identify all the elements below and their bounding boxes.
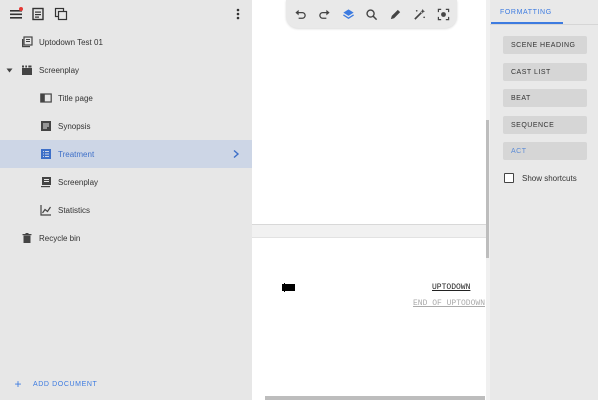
sidebar-item-label: Statistics xyxy=(58,205,91,215)
scene-heading-button[interactable]: SCENE HEADING xyxy=(503,36,587,54)
chart-icon xyxy=(40,204,52,216)
add-document-label: ADD DOCUMENT xyxy=(33,380,98,388)
clapperboard-icon xyxy=(21,64,33,76)
redo-icon[interactable] xyxy=(317,7,331,21)
editor-toolbar xyxy=(286,0,457,28)
sidebar-item-label: Recycle bin xyxy=(39,233,81,243)
cast-list-button[interactable]: CAST LIST xyxy=(503,63,587,81)
menu-icon[interactable] xyxy=(8,6,24,22)
show-shortcuts-label: Show shortcuts xyxy=(522,174,577,183)
focus-icon[interactable] xyxy=(436,7,450,21)
beat-button[interactable]: BEAT xyxy=(503,89,587,107)
show-shortcuts-checkbox[interactable] xyxy=(504,173,514,183)
duplicate-icon[interactable] xyxy=(53,6,69,22)
notes-icon[interactable] xyxy=(30,6,46,22)
text-cursor xyxy=(282,283,295,292)
script-icon xyxy=(40,176,52,188)
sidebar-item-screenplay[interactable]: Screenplay xyxy=(0,168,252,196)
sidebar-item-synopsis[interactable]: Synopsis xyxy=(0,112,252,140)
library-icon xyxy=(21,36,33,48)
sidebar-item-recycle-bin[interactable]: Recycle bin xyxy=(0,224,252,252)
project-item[interactable]: Uptodown Test 01 xyxy=(0,28,252,56)
more-options-icon[interactable] xyxy=(230,6,246,22)
sidebar-item-statistics[interactable]: Statistics xyxy=(0,196,252,224)
add-document-button[interactable]: + ADD DOCUMENT xyxy=(12,378,97,390)
sidebar-item-label: Treatment xyxy=(58,149,95,159)
plus-icon: + xyxy=(14,377,22,391)
sidebar-item-title-page[interactable]: Title page xyxy=(0,84,252,112)
act-button[interactable]: ACT xyxy=(503,142,587,160)
trash-icon xyxy=(21,232,33,244)
list-icon xyxy=(40,148,52,160)
sidebar: Uptodown Test 01 Screenplay Title page S… xyxy=(0,0,252,400)
pen-icon[interactable] xyxy=(388,7,402,21)
sidebar-item-label: Title page xyxy=(58,93,93,103)
end-of-script-text: END OF UPTODOWN xyxy=(413,299,486,308)
formatting-panel xyxy=(490,0,598,400)
sidebar-toolbar xyxy=(0,0,252,28)
magic-wand-icon[interactable] xyxy=(412,7,426,21)
project-title: Uptodown Test 01 xyxy=(39,37,103,47)
title-page-icon xyxy=(40,92,52,104)
chevron-right-icon[interactable] xyxy=(232,149,240,159)
search-icon[interactable] xyxy=(364,7,378,21)
undo-icon[interactable] xyxy=(293,7,307,21)
sidebar-item-label: Screenplay xyxy=(39,65,80,75)
sidebar-item-label: Screenplay xyxy=(58,177,99,187)
sidebar-item-screenplay-folder[interactable]: Screenplay xyxy=(0,56,252,84)
sidebar-item-treatment[interactable]: Treatment xyxy=(0,140,252,168)
document-icon xyxy=(40,120,52,132)
notification-dot xyxy=(19,7,23,11)
editor-area[interactable] xyxy=(252,0,490,400)
tab-formatting[interactable]: FORMATTING xyxy=(500,9,552,16)
caret-down-icon[interactable] xyxy=(6,67,13,74)
page-separator xyxy=(252,224,488,238)
sidebar-item-label: Synopsis xyxy=(58,121,91,131)
horizontal-scrollbar-thumb[interactable] xyxy=(265,396,485,400)
tab-divider xyxy=(490,24,598,25)
scene-text[interactable]: UPTODOWN xyxy=(432,283,470,292)
layers-icon[interactable] xyxy=(341,7,355,21)
vertical-scrollbar-thumb[interactable] xyxy=(486,120,489,258)
sequence-button[interactable]: SEQUENCE xyxy=(503,116,587,134)
